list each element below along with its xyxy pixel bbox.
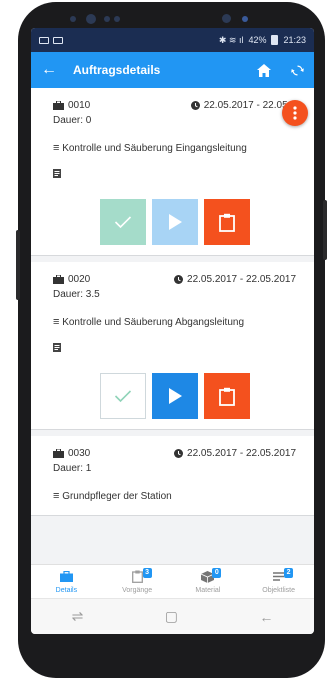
clock: 21:23 — [283, 35, 306, 45]
signal-icon: ✱ ≋ ıl — [218, 34, 244, 45]
order-duration: Dauer: 1 — [53, 463, 92, 475]
document-icon — [53, 169, 61, 179]
battery-percent: 42% — [248, 35, 267, 45]
check-icon — [114, 216, 131, 229]
clipboard-icon — [218, 387, 235, 406]
tab-badge: 2 — [284, 567, 294, 578]
refresh-icon[interactable] — [291, 64, 304, 77]
order-description: Kontrolle und Säuberung Abgangsleitung — [62, 317, 245, 329]
check-icon — [114, 390, 131, 403]
tab-label: Material — [195, 586, 221, 594]
arrow-left-icon[interactable]: ← — [41, 61, 61, 79]
list-icon: ≡ — [53, 490, 60, 503]
order-duration: Dauer: 3.5 — [53, 289, 100, 301]
list-icon: ≡ — [53, 142, 60, 154]
phone-power-button — [323, 200, 327, 260]
status-bar: ✱ ≋ ıl 42% 21:23 — [31, 28, 314, 52]
order-description: Kontrolle und Säuberung Eingangsleitung — [62, 143, 247, 154]
list-icon — [273, 572, 285, 581]
briefcase-icon — [53, 101, 64, 110]
tab-material[interactable]: 0 Material — [173, 565, 244, 598]
tab-vorgaenge[interactable]: 3 Vorgänge — [102, 565, 173, 598]
home-button-icon[interactable]: ▢ — [165, 608, 178, 625]
report-button[interactable] — [203, 199, 250, 246]
confirm-button[interactable] — [99, 199, 146, 246]
back-nav-icon[interactable]: ← — [259, 609, 273, 625]
briefcase-icon — [53, 449, 64, 459]
list-item[interactable]: 0030 22.05.2017 - 22.05.2017 Dauer: 1 ≡ … — [31, 436, 314, 517]
order-description: Grundpfleger der Station — [62, 491, 172, 503]
clipboard-icon — [131, 570, 143, 583]
list-item[interactable]: 0020 22.05.2017 - 22.05.2017 Dauer: 3.5 … — [31, 262, 314, 431]
start-button[interactable] — [151, 199, 198, 246]
clock-icon — [190, 101, 200, 110]
phone-sensors — [70, 14, 250, 24]
app-bar: ← Auftragsdetails — [31, 52, 314, 88]
list-icon: ≡ — [53, 316, 60, 329]
tab-objektliste[interactable]: 2 Objektliste — [243, 565, 314, 598]
play-icon — [168, 214, 182, 231]
document-icon — [53, 343, 61, 353]
more-options-button[interactable] — [282, 100, 308, 126]
clock-icon — [174, 275, 184, 285]
more-vertical-icon — [293, 106, 297, 120]
phone-side-button — [16, 230, 20, 300]
order-id: 0020 — [68, 274, 91, 286]
picture-icon — [39, 36, 49, 44]
tab-label: Objektliste — [262, 586, 295, 594]
order-date: 22.05.2017 - 22.05.2017 — [187, 274, 296, 286]
start-button[interactable] — [151, 373, 198, 420]
confirm-button[interactable] — [99, 373, 146, 420]
tab-badge: 0 — [212, 567, 222, 578]
play-icon — [168, 388, 182, 405]
clipboard-icon — [218, 213, 235, 232]
order-duration: Dauer: 0 — [53, 115, 92, 126]
tab-badge: 3 — [142, 567, 152, 578]
tab-details[interactable]: Details — [31, 565, 102, 598]
tab-label: Vorgänge — [122, 586, 153, 594]
tab-label: Details — [55, 586, 78, 594]
order-list: 0010 22.05.2017 - 22.05.2 Dauer: 0 ≡ Kon… — [31, 88, 314, 564]
system-nav-bar: ⇌ ▢ ← — [31, 598, 314, 634]
home-icon[interactable] — [257, 63, 271, 77]
order-id: 0010 — [68, 100, 91, 111]
briefcase-icon — [53, 275, 64, 285]
screen: ✱ ≋ ıl 42% 21:23 ← Auftragsdetails 0010 — [31, 28, 314, 634]
page-title: Auftragsdetails — [73, 63, 161, 77]
clock-icon — [174, 449, 184, 459]
list-item[interactable]: 0010 22.05.2017 - 22.05.2 Dauer: 0 ≡ Kon… — [31, 88, 314, 257]
bottom-tab-bar: Details 3 Vorgänge 0 Material 2 Objektli… — [31, 564, 314, 598]
briefcase-icon — [59, 571, 73, 582]
recent-apps-icon[interactable]: ⇌ — [72, 608, 84, 625]
order-id: 0030 — [68, 448, 91, 460]
report-button[interactable] — [203, 373, 250, 420]
battery-icon — [271, 35, 279, 45]
order-date: 22.05.2017 - 22.05.2017 — [187, 448, 296, 460]
picture-icon — [53, 36, 63, 44]
